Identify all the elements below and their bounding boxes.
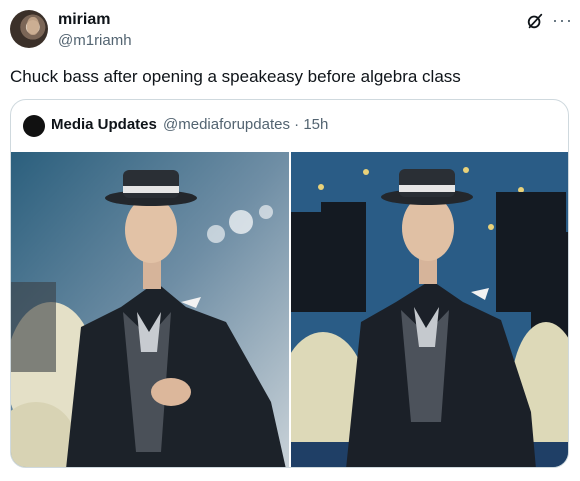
photo-right-illustration bbox=[291, 152, 568, 467]
quoted-tweet-card[interactable]: Media Updates @mediaforupdates · 15h bbox=[10, 99, 569, 468]
author-display-name[interactable]: miriam bbox=[58, 11, 110, 29]
photo-left-illustration bbox=[11, 152, 289, 467]
avatar[interactable] bbox=[10, 10, 48, 48]
grok-icon[interactable] bbox=[526, 12, 544, 30]
author-handle[interactable]: @m1riamh bbox=[58, 32, 132, 49]
quote-avatar[interactable] bbox=[23, 115, 45, 137]
quote-separator: · bbox=[294, 116, 300, 133]
tweet-text: Chuck bass after opening a speakeasy bef… bbox=[10, 67, 461, 86]
quote-handle[interactable]: @mediaforupdates bbox=[163, 116, 290, 133]
quote-time[interactable]: 15h bbox=[303, 116, 328, 133]
quote-display-name[interactable]: Media Updates bbox=[51, 116, 157, 133]
media-image-right[interactable] bbox=[291, 152, 568, 467]
more-horizontal-icon[interactable]: ··· bbox=[552, 10, 573, 31]
media-image-left[interactable] bbox=[11, 152, 289, 467]
quote-meta: @mediaforupdates · 15h bbox=[163, 116, 328, 133]
